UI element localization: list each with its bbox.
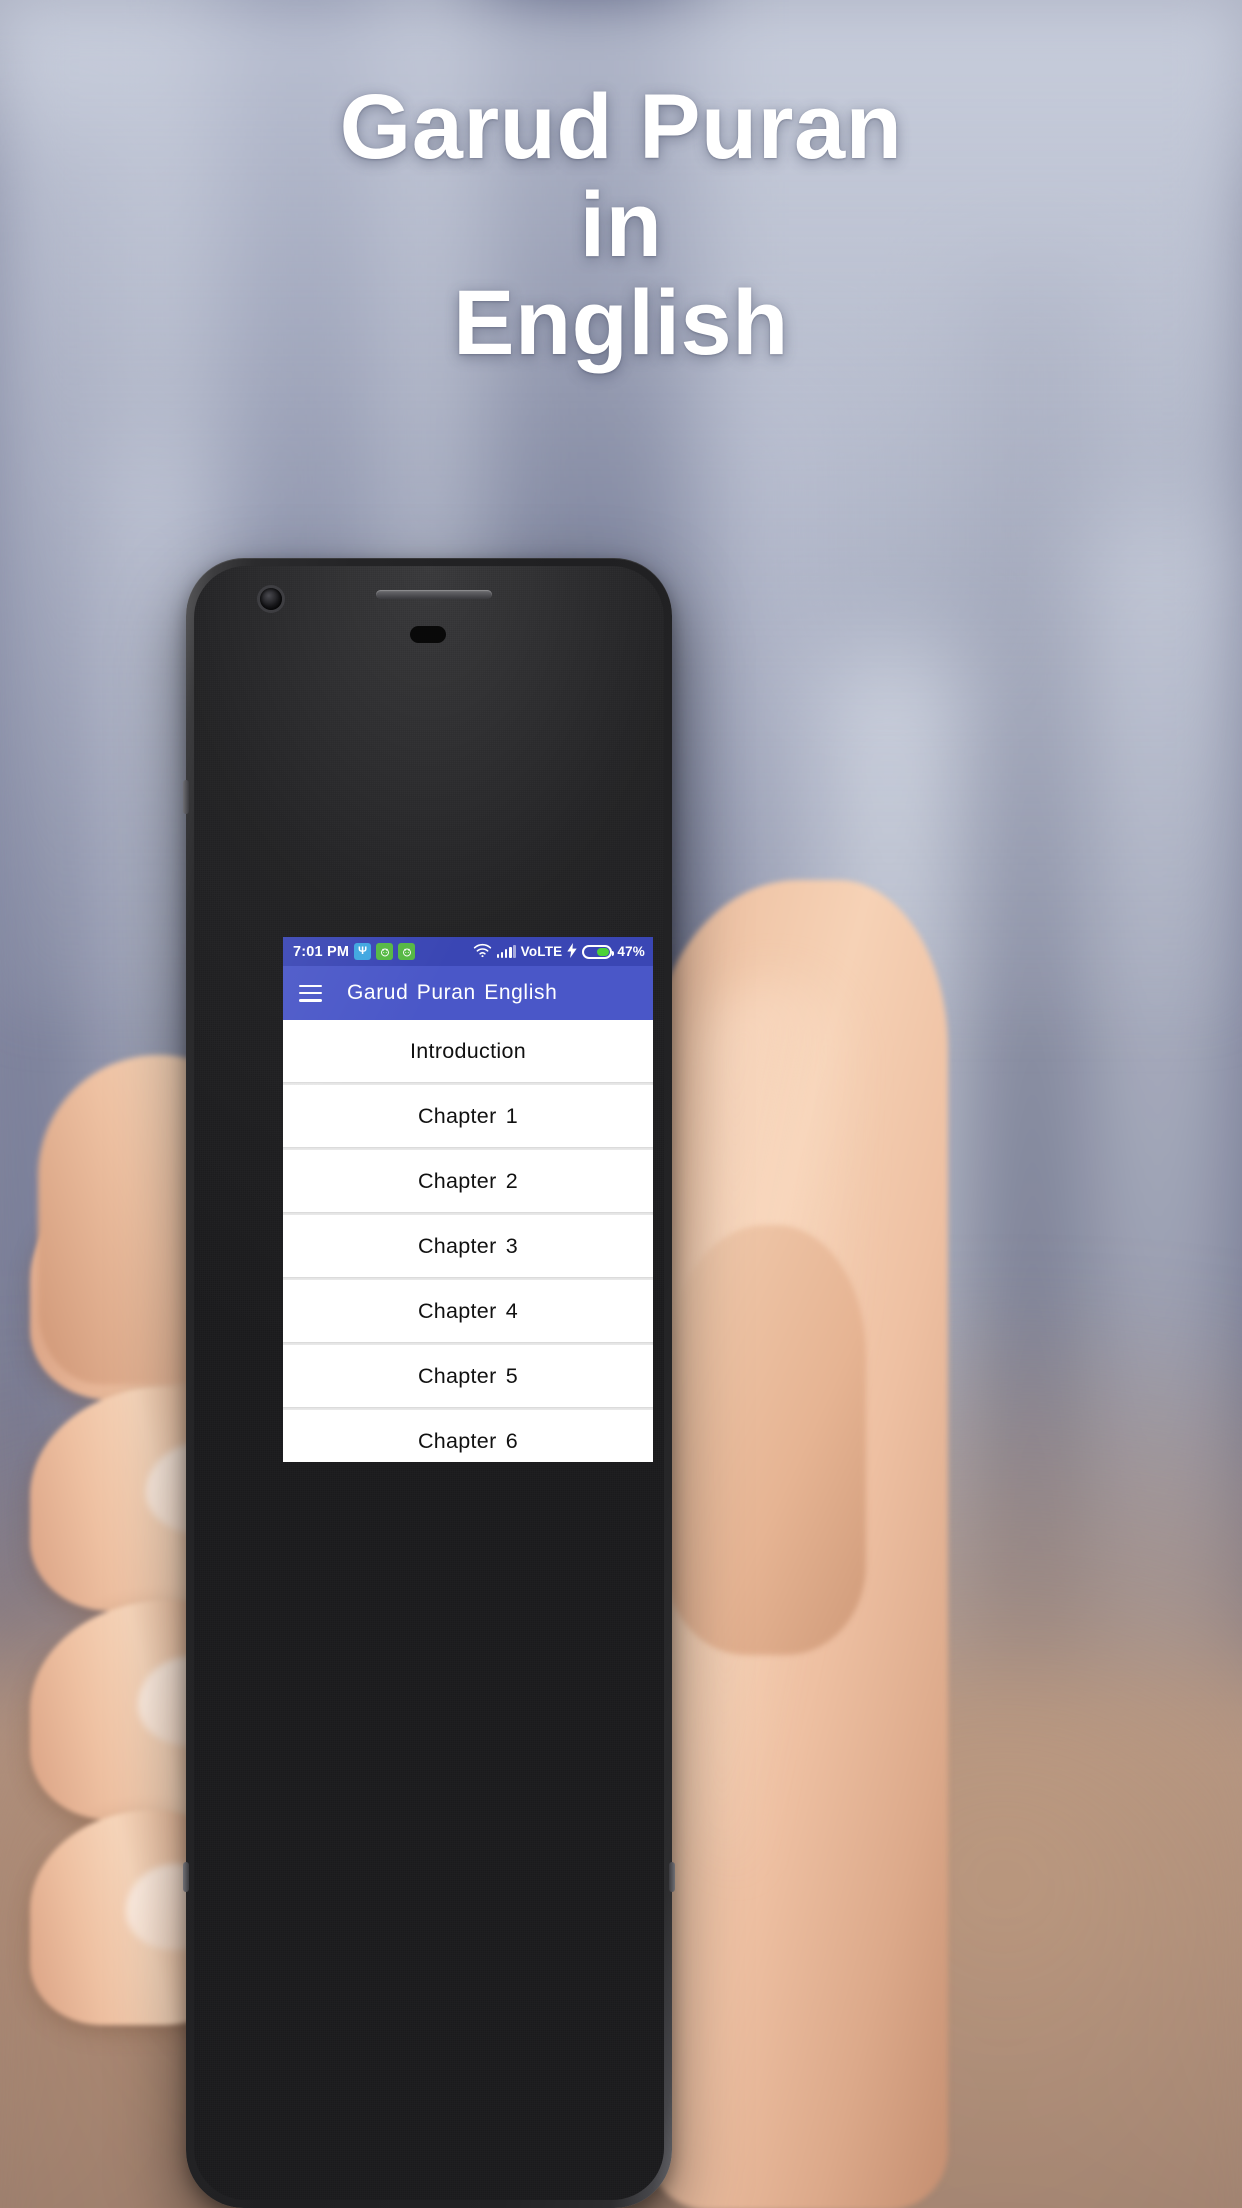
status-bar-right: VoLTE 47%: [473, 942, 645, 961]
battery-fill: [597, 947, 610, 956]
list-item-label: Chapter 1: [417, 1103, 519, 1128]
status-bar: 7:01 PM Ψ VoLTE 47%: [283, 937, 653, 966]
list-item-label: Chapter 2: [417, 1168, 519, 1193]
list-item-label: Chapter 4: [417, 1298, 519, 1323]
side-accent-left: [183, 1862, 189, 1892]
headline-line-1: Garud Puran: [339, 76, 903, 178]
battery-icon: [582, 944, 615, 959]
page-title: Garud Puran in English: [0, 78, 1242, 372]
list-item[interactable]: Chapter 3: [283, 1215, 653, 1277]
earpiece-speaker-icon: [376, 590, 492, 599]
phone-mockup: 7:01 PM Ψ VoLTE 47% Garud Puran English …: [183, 558, 675, 2208]
list-item-label: Chapter 6: [417, 1428, 519, 1453]
hand-thumb-right: [666, 1225, 866, 1655]
list-item[interactable]: Chapter 1: [283, 1085, 653, 1147]
hamburger-menu-icon[interactable]: [299, 984, 322, 1002]
list-item[interactable]: Introduction: [283, 1020, 653, 1082]
list-item-label: Chapter 3: [417, 1233, 519, 1258]
status-time: 7:01 PM: [293, 943, 350, 960]
list-item[interactable]: Chapter 4: [283, 1280, 653, 1342]
headline-line-3: English: [453, 272, 789, 374]
list-item[interactable]: Chapter 2: [283, 1150, 653, 1212]
wifi-icon: [473, 943, 492, 961]
network-label: VoLTE: [520, 944, 563, 959]
list-item[interactable]: Chapter 5: [283, 1345, 653, 1407]
app-bar: Garud Puran English: [283, 966, 653, 1020]
chapter-list[interactable]: Introduction Chapter 1 Chapter 2 Chapter 3 C…: [283, 1020, 653, 1462]
list-item-label: Introduction: [410, 1038, 526, 1063]
side-accent-right: [669, 1862, 675, 1892]
phone-screen: 7:01 PM Ψ VoLTE 47% Garud Puran English …: [283, 937, 653, 1462]
bluetooth-share-icon: Ψ: [354, 943, 372, 960]
status-bar-left: 7:01 PM Ψ: [293, 943, 473, 960]
list-item-label: Chapter 5: [417, 1363, 519, 1388]
android-app-icon-1: [376, 943, 394, 960]
volume-button[interactable]: [183, 780, 189, 814]
app-bar-title: Garud Puran English: [347, 981, 558, 1004]
headline-line-2: in: [579, 174, 663, 276]
promo-screenshot: Garud Puran in English 7:01 PM Ψ VoLTE 4…: [0, 0, 1242, 2208]
charging-bolt-icon: [567, 942, 578, 961]
proximity-sensor-icon: [410, 626, 446, 643]
cellular-signal-icon: [496, 945, 516, 958]
battery-level: 47%: [617, 944, 645, 959]
front-camera-icon: [260, 588, 282, 610]
list-item[interactable]: Chapter 6: [283, 1410, 653, 1462]
android-app-icon-2: [398, 943, 416, 960]
